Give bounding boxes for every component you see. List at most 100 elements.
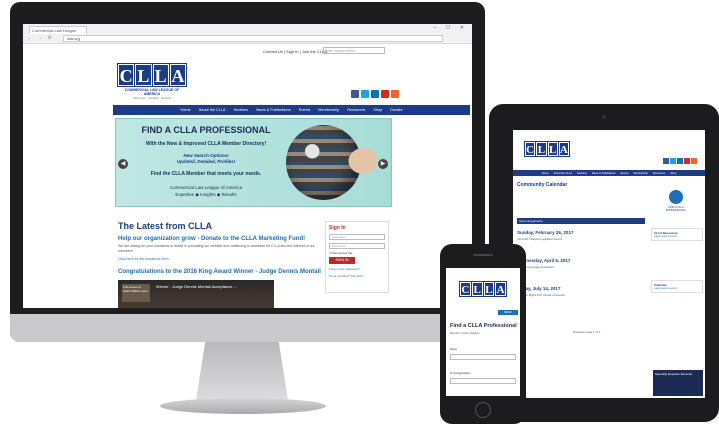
youtube-icon[interactable]	[381, 90, 389, 98]
sidebar-link[interactable]: Latest news & events	[654, 235, 700, 238]
sidebar-link[interactable]: Latest news & events	[654, 287, 700, 290]
find-professional-widget[interactable]: FIND A CLLA PROFESSIONAL	[661, 190, 691, 218]
pagination[interactable]: Previous page 1 of 1	[573, 330, 601, 334]
post-title[interactable]: Help our organization grow - Donate to t…	[118, 236, 305, 242]
signin-title: Sign In	[329, 225, 346, 231]
logo-letter: L	[470, 281, 484, 297]
facebook-icon[interactable]	[351, 90, 359, 98]
banner-prev-icon[interactable]: ◀	[118, 159, 128, 169]
hero-banner[interactable]: FIND A CLLA PROFESSIONAL With the New & …	[115, 118, 392, 207]
latest-heading: The Latest from CLLA	[118, 221, 213, 231]
page-title: Community Calendar	[517, 182, 568, 188]
tablet-screen: C L L A Home About the CLLA Sections New…	[513, 130, 705, 398]
join-link[interactable]: Not a member? Join Now!	[329, 274, 385, 278]
rss-icon[interactable]	[691, 158, 697, 164]
name-label: Name	[450, 348, 457, 351]
address-bar[interactable]: clla.org	[63, 35, 443, 42]
banner-next-icon[interactable]: ▶	[378, 159, 388, 169]
nav-shop[interactable]: Shop	[373, 108, 382, 112]
linkedin-icon[interactable]	[371, 90, 379, 98]
video-title: Winner - Judge Dennis Montali Acceptance…	[156, 284, 237, 289]
logo-letter: L	[546, 141, 559, 157]
nav-about[interactable]: About the CLLA	[554, 172, 572, 175]
post-title[interactable]: Congratulations to the 2016 King Award W…	[118, 269, 321, 275]
clla-logo[interactable]: C L L A COMMERCIAL LAW LEAGUE OF AMERICA…	[116, 63, 188, 104]
remember-checkbox[interactable]: ☑ Remember Me	[329, 251, 385, 255]
sidebar-resources: CLLA Resources Latest news & events	[651, 228, 703, 241]
logo-letter: C	[523, 141, 537, 157]
forgot-password-link[interactable]: Forgot your password?	[329, 267, 385, 271]
phone-screen: C L L A MENU Find a CLLA Professional Me…	[446, 268, 520, 396]
donation-link[interactable]: Click here for the donations form.	[118, 257, 170, 261]
nav-about[interactable]: About the CLLA	[199, 108, 226, 112]
logo-letter: A	[168, 63, 188, 87]
twitter-icon[interactable]	[361, 90, 369, 98]
menu-button[interactable]: MENU	[498, 310, 518, 315]
event-date[interactable]: Sunday, February 26, 2017	[517, 230, 573, 235]
nav-donate[interactable]: Donate	[390, 108, 402, 112]
nav-sections[interactable]: Sections	[577, 172, 587, 175]
site-search-input[interactable]: Enter search terms...	[323, 47, 385, 54]
window-controls-icon[interactable]: – ☐ ✕	[434, 25, 468, 31]
video-thumbnail[interactable]: Full screen or watch Watch Later	[122, 284, 150, 302]
linkedin-icon[interactable]	[677, 158, 683, 164]
logo-letter: A	[557, 141, 571, 157]
clla-logo[interactable]: C L L A	[523, 141, 571, 166]
facebook-icon[interactable]	[663, 158, 669, 164]
nav-sections[interactable]: Sections	[233, 108, 248, 112]
main-nav: Home About the CLLA Sections News & Publ…	[113, 105, 470, 115]
signin-button[interactable]: SIGN IN	[329, 257, 355, 264]
rss-icon[interactable]	[391, 90, 399, 98]
upcoming-events-bar: Upcoming Events	[517, 218, 645, 224]
banner-line: New Search Options!	[183, 153, 229, 158]
logo-letter: A	[494, 281, 507, 297]
post-excerpt: We are asking for your donations to assi…	[118, 244, 315, 253]
nav-resources[interactable]: Resources	[653, 172, 665, 175]
nav-home[interactable]: Home	[181, 108, 191, 112]
nav-shop[interactable]: Shop	[670, 172, 676, 175]
breadcrumb: Member / Find by Radius	[450, 332, 479, 335]
twitter-icon[interactable]	[670, 158, 676, 164]
event-title[interactable]: CLLA 2017 Midyear Legislative Summit	[517, 238, 562, 241]
sponsor-ad[interactable]: Specialty Deposits Services	[653, 370, 703, 396]
home-button-icon[interactable]	[475, 402, 491, 418]
device-mockup-scene: Commercial Law League ← → ⟳ clla.org – ☐…	[0, 0, 719, 428]
clla-logo[interactable]: C L L A	[459, 281, 507, 308]
browser-nav-arrows-icon[interactable]: ← → ⟳	[27, 35, 54, 41]
nav-resources[interactable]: Resources	[347, 108, 365, 112]
nav-events[interactable]: Events	[621, 172, 629, 175]
monitor-base	[160, 398, 326, 414]
nav-membership[interactable]: Membership	[318, 108, 339, 112]
phone-device: C L L A MENU Find a CLLA Professional Me…	[440, 244, 526, 424]
video-player[interactable]: Full screen or watch Watch Later Winner …	[118, 280, 274, 308]
nav-home[interactable]: Home	[542, 172, 549, 175]
nav-news[interactable]: News & Publications	[592, 172, 616, 175]
camera-icon	[602, 115, 606, 119]
username-field[interactable]: Username	[329, 234, 385, 240]
nav-events[interactable]: Events	[299, 108, 311, 112]
youtube-icon[interactable]	[684, 158, 690, 164]
main-nav: Home About the CLLA Sections News & Publ…	[513, 170, 705, 176]
social-icons	[351, 90, 399, 98]
sidebar-calendar: Calendar Latest news & events	[651, 280, 703, 293]
desktop-monitor: Commercial Law League ← → ⟳ clla.org – ☐…	[10, 2, 485, 342]
monitor-chin	[10, 314, 485, 342]
speaker-icon	[473, 254, 493, 256]
logo-letter: C	[116, 63, 136, 87]
firm-field[interactable]	[450, 378, 516, 384]
top-links[interactable]: Contact Us | Sign In | Join the CLLA	[263, 49, 327, 54]
name-field[interactable]	[450, 354, 516, 360]
banner-line: Updated, Detailed, Profiles!	[176, 159, 236, 164]
utility-bar: Contact Us | Sign In | Join the CLLA Ent…	[23, 44, 472, 58]
logo-letter: L	[134, 63, 153, 87]
banner-line: Expertise ◆ Insights ◆ Results	[175, 192, 237, 197]
firm-label: Firm/Organization	[450, 372, 471, 375]
logo-letter: L	[482, 281, 496, 297]
nav-news[interactable]: News & Publications	[256, 108, 291, 112]
monitor-stand	[196, 342, 288, 400]
banner-line: Find the CLLA Member that meets your nee…	[150, 171, 262, 177]
browser-tab[interactable]: Commercial Law League	[29, 26, 87, 34]
desktop-screen: Commercial Law League ← → ⟳ clla.org – ☐…	[23, 24, 472, 308]
password-field[interactable]: Password	[329, 243, 385, 249]
nav-membership[interactable]: Membership	[634, 172, 648, 175]
